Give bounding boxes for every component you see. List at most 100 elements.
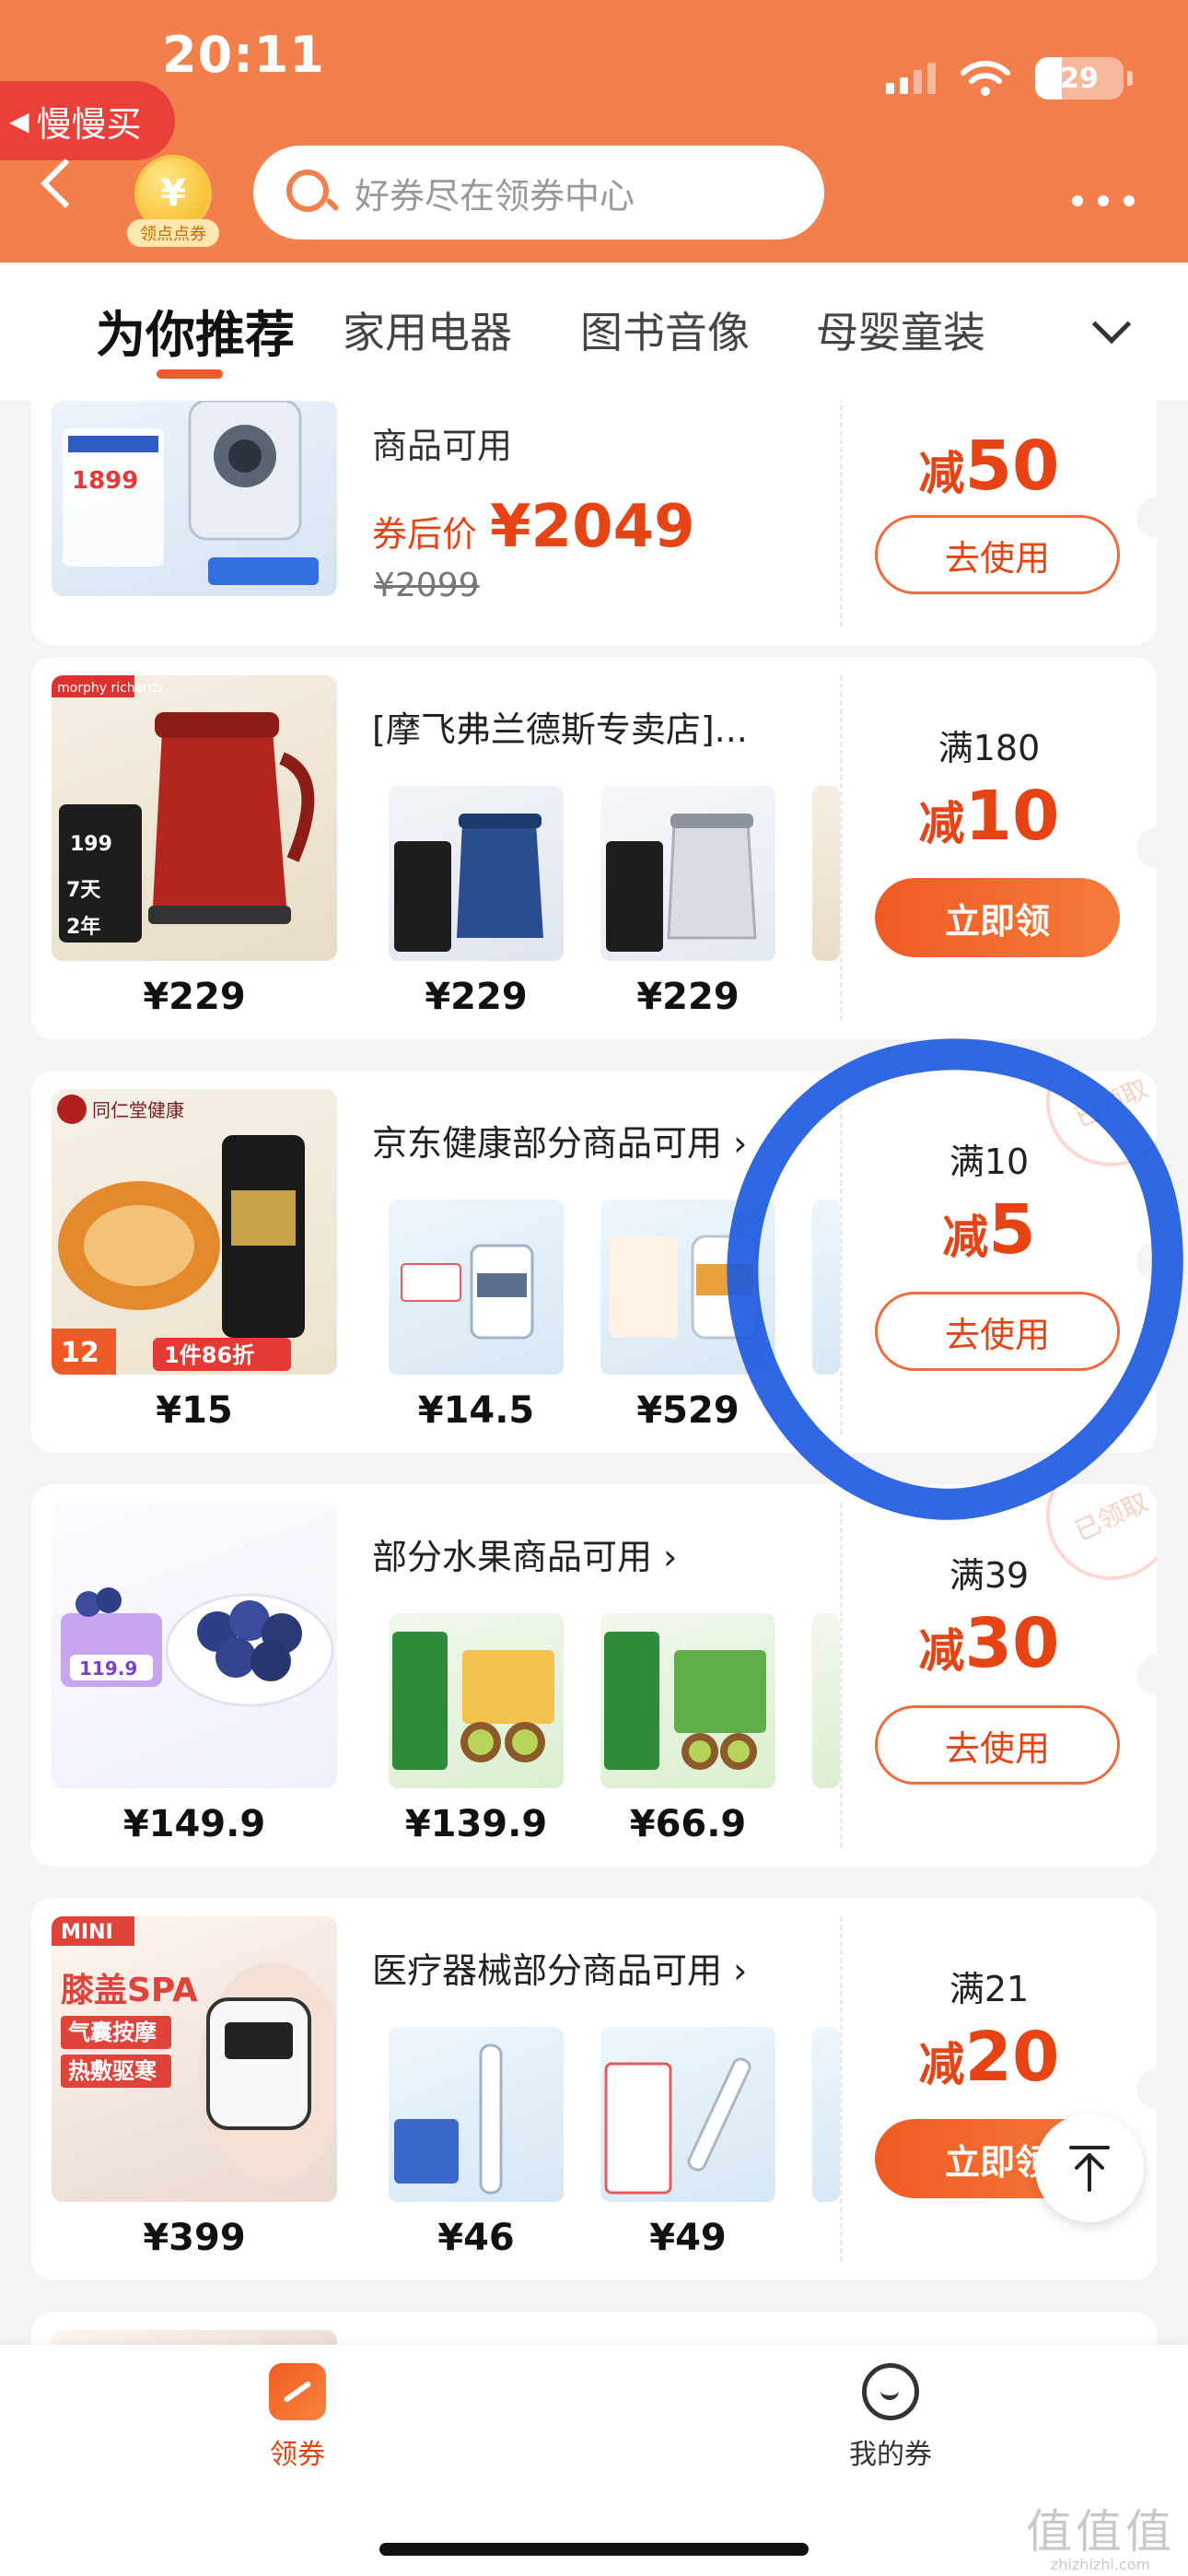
product-image[interactable]: 同仁堂健康 12 1件86折 (52, 1089, 337, 1375)
coupon-condition: 满21 (949, 1969, 1030, 2009)
cellular-signal-icon (886, 63, 936, 94)
svg-text:膝盖SPA: 膝盖SPA (61, 1972, 198, 2009)
thumb-price: ¥46 (437, 2217, 515, 2259)
coupon-icon (269, 2363, 326, 2420)
coupon-condition: 满180 (938, 728, 1041, 768)
chevron-right-icon: › (733, 1123, 748, 1164)
svg-text:199: 199 (70, 833, 112, 856)
coin-label: 领点点券 (127, 219, 219, 247)
svg-text:119.9: 119.9 (79, 1657, 137, 1680)
coin-points-badge[interactable]: ¥ 领点点券 (127, 155, 219, 247)
back-to-app-pill[interactable]: ◀ 慢慢买 (0, 81, 175, 160)
tab-appliances[interactable]: 家用电器 (343, 299, 512, 360)
main-price: ¥229 (143, 976, 246, 1018)
watermark: 值值值 zhizhizhi.com (1026, 2505, 1175, 2573)
coupon-card[interactable]: 119.9 ¥149.9 部分水果商品可用 › ¥139.9 ¥66.9 已领取… (31, 1484, 1157, 1867)
nav-item-my-coupons[interactable]: 我的券 (798, 2363, 983, 2472)
use-coupon-button[interactable]: 去使用 (875, 1705, 1120, 1785)
brand-logo: morphy richards (57, 681, 163, 696)
discount-amount: 减50 (918, 427, 1060, 506)
coupon-title[interactable]: 京东健康部分商品可用 › (372, 1115, 747, 1165)
thumb-price: ¥14.5 (417, 1389, 535, 1432)
battery-icon: 29 (1035, 57, 1124, 100)
product-thumb[interactable] (389, 2027, 564, 2202)
tab-books[interactable]: 图书音像 (580, 299, 750, 360)
brand-logo: 同仁堂健康 (92, 1099, 184, 1121)
status-icons: 29 (886, 57, 1133, 100)
svg-text:7天: 7天 (66, 879, 101, 902)
after-coupon-label: 券后价 (372, 514, 478, 555)
svg-text:1899: 1899 (72, 467, 138, 495)
more-options-icon[interactable] (1072, 195, 1135, 206)
coupon-card[interactable]: morphy richards 199 7天 2年 ¥229 [摩飞弗兰德斯专卖… (31, 657, 1157, 1039)
coupon-card[interactable]: MINI 膝盖SPA 气囊按摩 热敷驱寒 ¥399 医疗器械部分商品可用 › ¥… (31, 1898, 1157, 2280)
thumb-price: ¥529 (636, 1389, 740, 1432)
coupon-title[interactable]: 部分水果商品可用 › (372, 1528, 677, 1579)
product-thumb[interactable] (389, 786, 564, 961)
arrow-up-icon (1069, 2146, 1110, 2192)
discount-amount: 减10 (918, 777, 1060, 856)
battery-level: 29 (1060, 62, 1099, 95)
thumb-price: ¥229 (636, 976, 740, 1018)
svg-text:气囊按摩: 气囊按摩 (67, 2020, 157, 2045)
product-thumb[interactable] (600, 786, 775, 961)
svg-text:MINI: MINI (61, 1921, 113, 1944)
product-thumb[interactable] (812, 1613, 840, 1788)
bottom-nav: 领券 我的券 (0, 2345, 1188, 2576)
back-triangle-icon: ◀ (9, 105, 29, 136)
back-arrow-icon[interactable] (41, 158, 90, 208)
main-price: ¥149.9 (122, 1803, 266, 1845)
tab-baby[interactable]: 母婴童装 (816, 299, 985, 360)
thumb-price: ¥66.9 (629, 1803, 747, 1845)
original-price: ¥2099 (374, 567, 480, 604)
svg-text:2年: 2年 (66, 915, 100, 939)
nav-label: 领券 (270, 2439, 325, 2471)
product-thumb[interactable] (812, 786, 840, 961)
claim-coupon-button[interactable]: 立即领 (875, 878, 1120, 957)
category-tabs: 为你推荐 家用电器 图书音像 母婴童装 (0, 263, 1188, 401)
back-to-top-button[interactable] (1035, 2113, 1144, 2222)
product-image[interactable]: morphy richards 199 7天 2年 (52, 675, 337, 961)
coupon-card[interactable] (31, 2312, 1157, 2345)
after-coupon-value: ¥2049 (490, 493, 695, 561)
smile-icon (862, 2363, 919, 2420)
product-thumb[interactable] (600, 2027, 775, 2202)
back-app-label: 慢慢买 (36, 103, 142, 145)
discount-amount: 减30 (918, 1604, 1060, 1683)
thumb-price: ¥229 (425, 976, 528, 1018)
svg-text:12: 12 (61, 1337, 99, 1369)
chevron-right-icon: › (733, 1950, 748, 1991)
coupon-title[interactable]: 医疗器械部分商品可用 › (372, 1942, 747, 1993)
product-image[interactable]: 119.9 (52, 1503, 337, 1788)
home-indicator[interactable] (379, 2543, 809, 2556)
main-price: ¥399 (143, 2217, 246, 2259)
coupon-condition: 满39 (949, 1555, 1030, 1596)
product-thumb[interactable] (600, 1613, 775, 1788)
after-coupon-price: 券后价 ¥2049 (372, 493, 695, 561)
product-image[interactable]: MINI 膝盖SPA 气囊按摩 热敷驱寒 (52, 1916, 337, 2202)
coupon-title: 商品可用 (372, 426, 513, 466)
search-input[interactable]: 好券尽在领券中心 (253, 146, 824, 240)
product-image[interactable]: 1899 (52, 401, 337, 596)
chevron-right-icon: › (663, 1537, 678, 1577)
product-image[interactable] (52, 2330, 337, 2345)
coupon-card[interactable]: 1899 商品可用 券后价 ¥2049 ¥2099 减50 去使用 (31, 401, 1157, 645)
tab-recommend[interactable]: 为你推荐 (96, 294, 295, 367)
thumb-price: ¥139.9 (404, 1803, 548, 1845)
use-coupon-button[interactable]: 去使用 (875, 515, 1120, 594)
svg-text:1件86折: 1件86折 (164, 1342, 254, 1368)
discount-amount: 减20 (918, 2018, 1060, 2097)
nav-item-coupons[interactable]: 领券 (205, 2363, 390, 2472)
product-thumb[interactable] (812, 2027, 840, 2202)
product-thumb[interactable] (389, 1613, 564, 1788)
thumb-price: ¥49 (649, 2217, 727, 2259)
product-thumb[interactable] (389, 1200, 564, 1375)
tab-active-indicator (157, 369, 223, 379)
svg-text:热敷驱寒: 热敷驱寒 (68, 2058, 157, 2084)
nav-label: 我的券 (849, 2439, 932, 2471)
search-placeholder: 好券尽在领券中心 (355, 175, 635, 217)
main-price: ¥15 (156, 1389, 233, 1432)
coupon-title: [摩飞弗兰德斯专卖店]... (372, 709, 748, 750)
top-header: 20:11 29 ◀ 慢慢买 ¥ 领点点券 好券尽在领券中心 (0, 0, 1188, 263)
status-time: 20:11 (162, 26, 325, 84)
